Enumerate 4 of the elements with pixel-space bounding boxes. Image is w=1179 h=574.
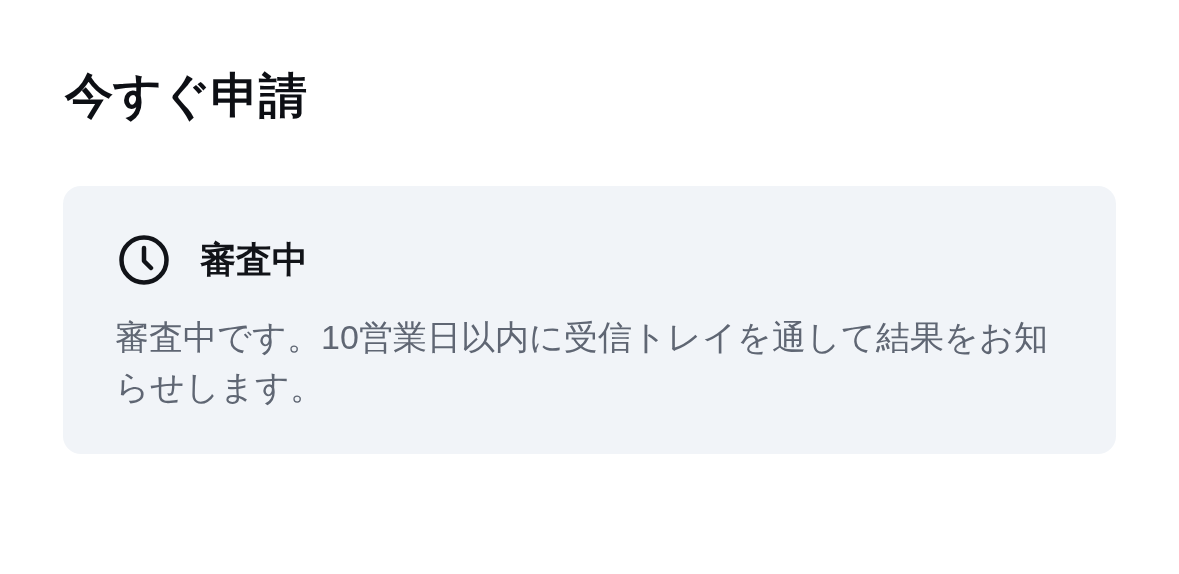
status-label: 審査中 bbox=[200, 238, 308, 282]
clock-icon bbox=[118, 234, 170, 286]
page-title: 今すぐ申請 bbox=[65, 68, 308, 124]
status-message: 審査中です。10営業日以内に受信トレイを通して結果をお知らせします。 bbox=[115, 317, 1049, 408]
